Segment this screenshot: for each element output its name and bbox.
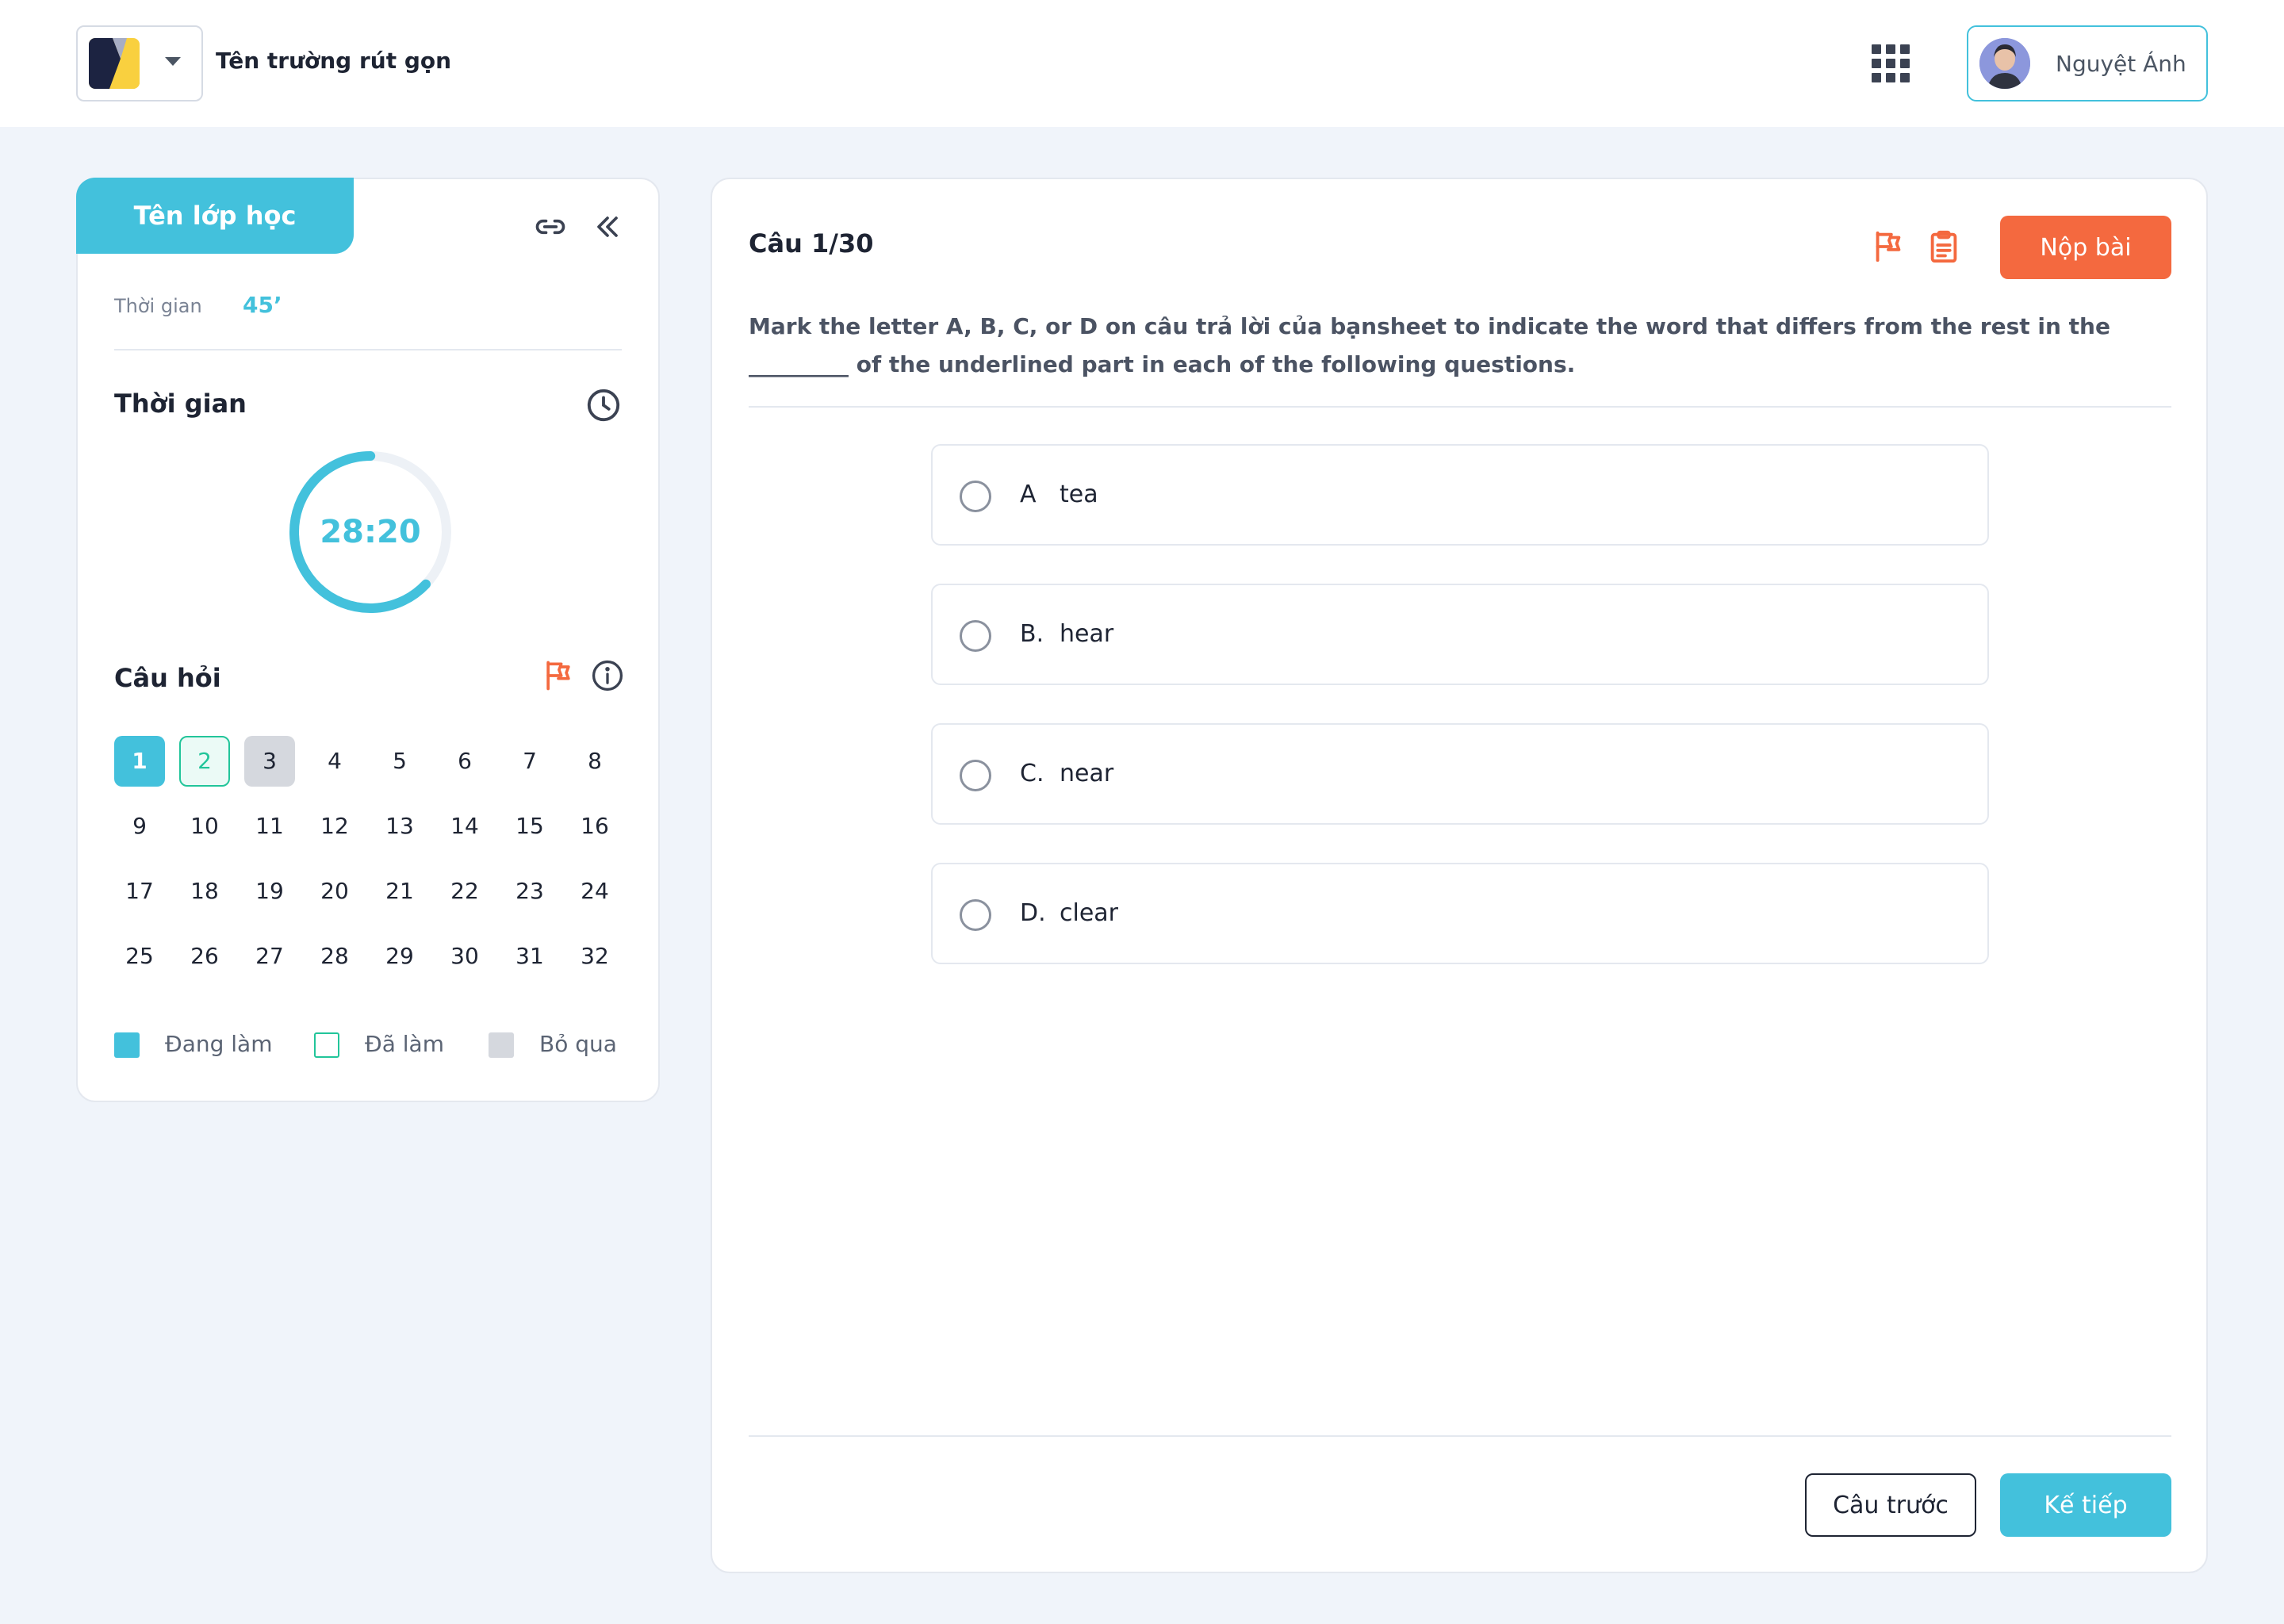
- question-number-16[interactable]: 16: [569, 801, 620, 852]
- question-number-25[interactable]: 25: [114, 931, 165, 982]
- option-letter: A: [1020, 481, 1037, 508]
- question-number-27[interactable]: 27: [244, 931, 295, 982]
- collapse-left-icon[interactable]: [590, 209, 625, 244]
- question-number-32[interactable]: 32: [569, 931, 620, 982]
- question-number-31[interactable]: 31: [504, 931, 555, 982]
- school-switcher[interactable]: [76, 25, 203, 102]
- clock-icon: [585, 387, 622, 423]
- question-number-2[interactable]: 2: [179, 736, 230, 787]
- question-number-30[interactable]: 30: [439, 931, 490, 982]
- flag-question-icon[interactable]: [1870, 228, 1907, 265]
- legend-swatch: [314, 1032, 339, 1058]
- question-number-14[interactable]: 14: [439, 801, 490, 852]
- legend-swatch: [489, 1032, 514, 1058]
- question-number-15[interactable]: 15: [504, 801, 555, 852]
- info-icon[interactable]: [590, 658, 625, 693]
- answer-option[interactable]: B. hear: [931, 584, 1989, 685]
- user-menu-button[interactable]: Nguyệt Ánh: [1967, 25, 2208, 102]
- answer-option[interactable]: C. near: [931, 723, 1989, 825]
- divider: [749, 406, 2171, 408]
- question-number-21[interactable]: 21: [374, 866, 425, 917]
- legend-label: Đang làm: [165, 1031, 273, 1057]
- question-number-1[interactable]: 1: [114, 736, 165, 787]
- link-icon[interactable]: [533, 209, 568, 244]
- radio-button[interactable]: [960, 620, 991, 652]
- timer-title: Thời gian: [114, 389, 247, 419]
- legend-swatch: [114, 1032, 140, 1058]
- next-question-button[interactable]: Kế tiếp: [2000, 1473, 2171, 1537]
- question-number-13[interactable]: 13: [374, 801, 425, 852]
- question-number-24[interactable]: 24: [569, 866, 620, 917]
- divider: [749, 1435, 2171, 1437]
- question-number-6[interactable]: 6: [439, 736, 490, 787]
- question-number-12[interactable]: 12: [309, 801, 360, 852]
- countdown-value: 28:20: [320, 514, 421, 550]
- class-name-tab: Tên lớp học: [76, 178, 354, 254]
- question-number-17[interactable]: 17: [114, 866, 165, 917]
- submit-button[interactable]: Nộp bài: [2000, 216, 2171, 279]
- question-number-28[interactable]: 28: [309, 931, 360, 982]
- question-number-11[interactable]: 11: [244, 801, 295, 852]
- legend-label: Đã làm: [365, 1031, 444, 1057]
- question-number-20[interactable]: 20: [309, 866, 360, 917]
- duration-value: 45’: [243, 292, 282, 318]
- question-counter: Câu 1/30: [749, 228, 874, 259]
- answer-option[interactable]: Atea: [931, 444, 1989, 546]
- answer-option[interactable]: D. clear: [931, 863, 1989, 964]
- radio-button[interactable]: [960, 481, 991, 512]
- question-number-4[interactable]: 4: [309, 736, 360, 787]
- question-text: Mark the letter A, B, C, or D on câu trả…: [749, 313, 2110, 377]
- questions-title: Câu hỏi: [114, 663, 221, 693]
- user-name: Nguyệt Ánh: [2056, 51, 2186, 77]
- duration-label: Thời gian: [114, 295, 202, 317]
- option-text: clear: [1060, 899, 1119, 927]
- school-logo: [89, 38, 140, 89]
- top-bar: Tên trường rút gọn Nguyệt Ánh: [0, 0, 2284, 127]
- option-text: near: [1060, 760, 1114, 787]
- caret-down-icon: [165, 57, 181, 66]
- question-number-26[interactable]: 26: [179, 931, 230, 982]
- question-number-3[interactable]: 3: [244, 736, 295, 787]
- avatar: [1979, 38, 2030, 89]
- question-number-22[interactable]: 22: [439, 866, 490, 917]
- radio-button[interactable]: [960, 899, 991, 931]
- question-number-10[interactable]: 10: [179, 801, 230, 852]
- option-text: tea: [1060, 481, 1098, 508]
- option-letter: B.: [1020, 620, 1044, 648]
- clipboard-icon[interactable]: [1926, 228, 1962, 265]
- question-number-9[interactable]: 9: [114, 801, 165, 852]
- legend-label: Bỏ qua: [539, 1031, 617, 1057]
- divider: [114, 349, 622, 350]
- question-number-19[interactable]: 19: [244, 866, 295, 917]
- flag-icon[interactable]: [541, 658, 576, 693]
- option-text: hear: [1060, 620, 1114, 648]
- previous-question-button[interactable]: Câu trước: [1805, 1473, 1976, 1537]
- radio-button[interactable]: [960, 760, 991, 791]
- option-letter: C.: [1020, 760, 1044, 787]
- apps-grid-icon[interactable]: [1872, 44, 1910, 82]
- question-number-18[interactable]: 18: [179, 866, 230, 917]
- question-number-8[interactable]: 8: [569, 736, 620, 787]
- status-legend: Đang làm Đã làm Bỏ qua: [114, 1028, 622, 1059]
- question-number-7[interactable]: 7: [504, 736, 555, 787]
- exam-sidebar: Tên lớp học Thời gian 45’ Thời gian 28:2…: [76, 178, 660, 1102]
- question-number-29[interactable]: 29: [374, 931, 425, 982]
- question-number-23[interactable]: 23: [504, 866, 555, 917]
- question-number-5[interactable]: 5: [374, 736, 425, 787]
- question-navigator: 1 2 3 4 5 6 7 8 9 10 11 12 13 14 15 16 17 18 19 20 21 22 23 24 2…: [114, 736, 622, 990]
- option-letter: D.: [1020, 899, 1046, 927]
- question-panel: Câu 1/30 Nộp bài Mark the letter A, B, C…: [711, 178, 2208, 1573]
- school-name: Tên trường rút gọn: [216, 48, 452, 74]
